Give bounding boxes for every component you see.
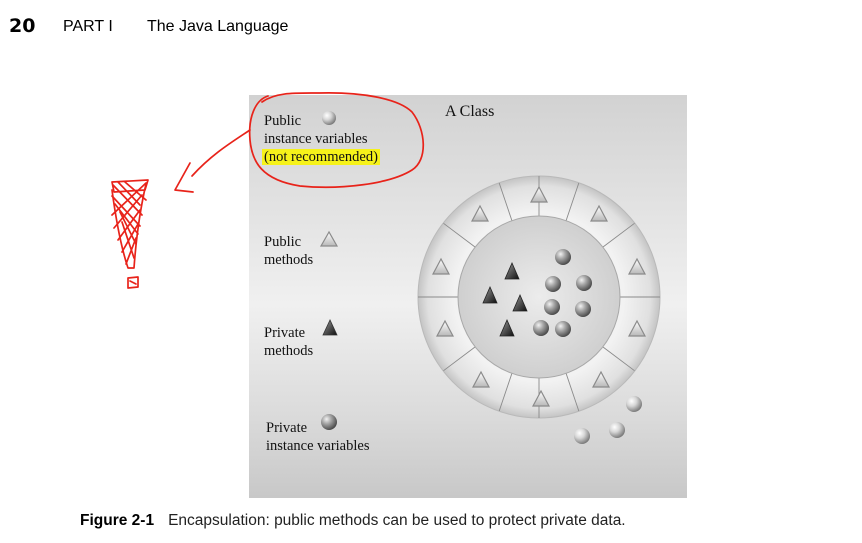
private-instance-variables-label: Private instance variables xyxy=(266,420,370,454)
dark-sphere-icon xyxy=(544,299,560,315)
light-sphere-icon xyxy=(574,428,590,444)
arrow-head-icon xyxy=(174,162,194,193)
light-sphere-icon xyxy=(609,422,625,438)
dark-sphere-icon xyxy=(533,320,549,336)
arrow-shaft xyxy=(191,129,251,177)
caption-label: Figure 2-1 xyxy=(80,512,155,529)
part-label: PART I xyxy=(63,18,113,35)
figure-2-1: A Class Public instance variables (not r… xyxy=(249,95,687,498)
page-number: 20 xyxy=(9,15,36,37)
dark-sphere-icon xyxy=(555,249,571,265)
dark-triangle-icon xyxy=(322,319,338,336)
class-title: A Class xyxy=(445,103,495,120)
exclamation-mark-icon xyxy=(111,179,149,289)
light-sphere-icon xyxy=(626,396,642,412)
dark-sphere-icon xyxy=(555,321,571,337)
figure-caption: Figure 2-1 Encapsulation: public methods … xyxy=(80,512,626,530)
dark-sphere-icon xyxy=(576,275,592,291)
book-title: The Java Language xyxy=(147,18,289,35)
class-wheel xyxy=(417,175,661,419)
public-methods-label: Public methods xyxy=(264,234,314,268)
outlined-triangle-icon xyxy=(319,230,339,247)
caption-text: Encapsulation: public methods can be use… xyxy=(168,512,626,529)
dark-sphere-icon xyxy=(575,301,591,317)
dark-sphere-icon xyxy=(545,276,561,292)
not-recommended-highlight: (not recommended) xyxy=(262,149,380,165)
private-core xyxy=(457,215,621,379)
private-methods-label: Private methods xyxy=(264,325,314,359)
public-instance-variables-label: Public instance variables (not recommend… xyxy=(262,113,380,165)
